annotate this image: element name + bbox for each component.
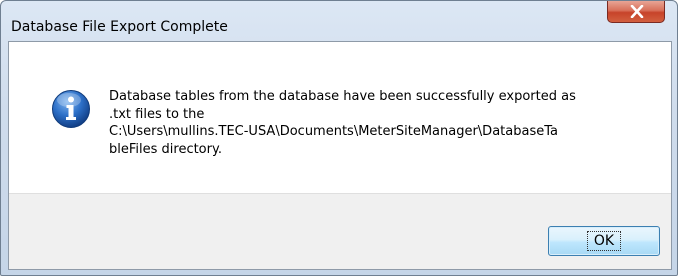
dialog-message: Database tables from the database have b… (109, 89, 576, 157)
ok-button[interactable]: OK (548, 226, 660, 256)
ok-button-label: OK (586, 231, 622, 251)
close-icon (630, 5, 644, 18)
window-title: Database File Export Complete (11, 19, 228, 35)
button-bar: OK (9, 193, 671, 269)
message-area: Database tables from the database have b… (9, 42, 671, 193)
title-bar[interactable]: Database File Export Complete (1, 1, 677, 41)
dialog-body: Database tables from the database have b… (8, 41, 672, 270)
close-button[interactable] (607, 1, 665, 23)
dialog-window: Database File Export Complete Database t… (0, 0, 678, 276)
info-icon (52, 90, 90, 128)
